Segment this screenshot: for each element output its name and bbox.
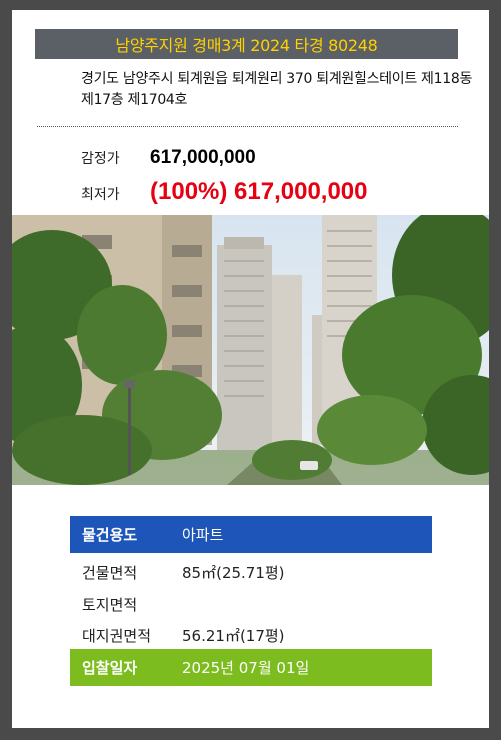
usage-label: 물건용도 [82,526,138,544]
land-area-label: 토지면적 [82,596,138,614]
appraisal-label: 감정가 [81,151,120,167]
property-photo [12,215,489,485]
apartment-photo-illustration [12,215,489,485]
minimum-value: (100%) 617,000,000 [150,178,368,205]
bid-date-label: 입찰일자 [82,659,138,677]
minimum-label: 최저가 [81,187,120,203]
divider [37,126,458,127]
building-area-label: 건물면적 [82,564,138,582]
title-bar: 남양주지원 경매3계 2024 타경 80248 [35,29,458,59]
minimum-price-row: 최저가 (100%) 617,000,000 [81,178,368,206]
auction-card: 남양주지원 경매3계 2024 타경 80248 경기도 남양주시 퇴계원읍 퇴… [12,10,489,728]
bid-date-value: 2025년 07월 01일 [182,659,310,677]
usage-value: 아파트 [182,526,224,544]
property-address: 경기도 남양주시 퇴계원읍 퇴계원리 370 퇴계원힐스테이트 제118동 제1… [81,71,473,108]
detail-row-usage: 물건용도 아파트 [70,516,432,553]
land-right-area-value: 56.21㎡(17평) [182,627,285,645]
auction-title: 남양주지원 경매3계 2024 타경 80248 [115,36,378,55]
building-area-value: 85㎡(25.71평) [182,564,285,582]
appraisal-value: 617,000,000 [150,147,256,168]
detail-row-bid-date: 입찰일자 2025년 07월 01일 [70,649,432,686]
land-right-area-label: 대지권면적 [82,627,152,645]
appraisal-price-row: 감정가 617,000,000 [81,147,256,169]
